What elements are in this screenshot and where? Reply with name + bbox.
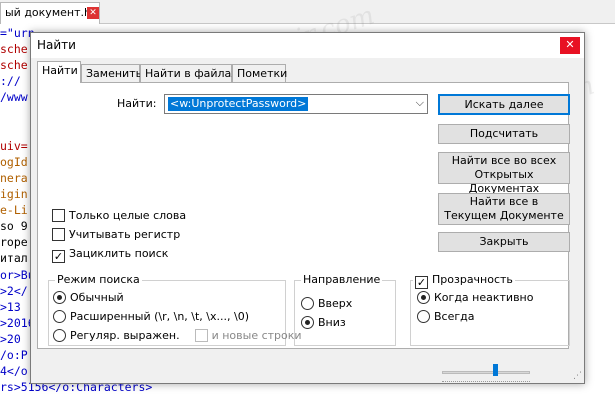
chevron-down-icon[interactable]: ⌵ — [416, 96, 424, 110]
wrap-around-option[interactable]: ✓ Зациклить поиск — [52, 247, 168, 263]
find-all-current-doc-label-1: Найти все в — [469, 195, 539, 208]
wrap-around-label: Зациклить поиск — [69, 247, 169, 260]
transparency-slider-thumb[interactable] — [492, 364, 498, 376]
down-radio[interactable] — [301, 316, 314, 329]
match-case-checkbox[interactable] — [52, 228, 65, 241]
always-label: Всегда — [434, 310, 475, 323]
code-line: /www — [0, 90, 28, 105]
extended-radio[interactable] — [53, 310, 66, 323]
down-label: Вниз — [318, 316, 346, 329]
on-inactive-label: Когда неактивно — [434, 291, 534, 304]
find-all-current-doc-button[interactable]: Найти все в Текущем Документе — [438, 193, 570, 225]
code-line: >2</ — [0, 283, 28, 298]
newline-checkbox — [194, 329, 208, 342]
up-radio[interactable] — [301, 297, 314, 310]
code-line: nera — [0, 170, 28, 185]
extended-label: Расширенный (\r, \n, \t, \x..., \0) — [70, 310, 249, 323]
match-case-label: Учитывать регистр — [69, 228, 181, 241]
tab-find-in-files[interactable]: Найти в файлах — [140, 64, 238, 82]
code-line: uiv= — [0, 138, 28, 153]
search-mode-regex[interactable]: Регуляр. выражен. и новые строки — [53, 329, 302, 342]
newline-label: и новые строки — [211, 329, 302, 342]
search-mode-group: Режим поиска Обычный Расширенный (\r, \n… — [48, 273, 302, 346]
dialog-title: Найти — [37, 38, 76, 52]
regex-label: Регуляр. выражен. — [70, 329, 180, 342]
find-dialog: Найти ✕ Найти Заменить Найти в файлах По… — [30, 32, 585, 384]
find-panel: Найти: <w:UnprotectPassword> ⌵ Искать да… — [37, 82, 570, 382]
code-line: e-Li — [0, 203, 28, 218]
tab-replace[interactable]: Заменить — [81, 64, 142, 82]
code-line: итал — [0, 251, 28, 266]
find-all-open-docs-label-1: Найти все во всех — [451, 154, 557, 167]
find-all-current-doc-label-2: Текущем Документе — [444, 209, 564, 222]
transparency-slider[interactable] — [442, 371, 530, 374]
transparency-checkbox[interactable]: ✓ — [415, 276, 428, 289]
dialog-close-button[interactable]: ✕ — [560, 37, 580, 54]
find-all-open-docs-button[interactable]: Найти все во всех Открытых Документах — [438, 152, 570, 195]
match-case-option[interactable]: Учитывать регистр — [52, 228, 180, 241]
normal-radio[interactable] — [53, 291, 66, 304]
code-line: >20 — [0, 331, 21, 346]
code-line: :// — [0, 74, 21, 89]
search-mode-normal[interactable]: Обычный — [53, 291, 124, 304]
on-inactive-radio[interactable] — [417, 291, 430, 304]
code-line: sche — [0, 42, 28, 57]
regex-radio[interactable] — [53, 329, 66, 342]
search-mode-extended[interactable]: Расширенный (\r, \n, \t, \x..., \0) — [53, 310, 249, 323]
direction-group: Направление Вверх Вниз — [294, 273, 396, 346]
find-all-open-docs-label-2: Открытых Документах — [468, 168, 540, 195]
transparency-legend[interactable]: ✓ Прозрачность — [413, 273, 515, 289]
code-line: rope — [0, 235, 28, 250]
tab-mark[interactable]: Пометки — [232, 64, 287, 82]
transparency-on-inactive[interactable]: Когда неактивно — [417, 291, 533, 304]
transparency-label: Прозрачность — [432, 273, 513, 286]
wrap-around-checkbox[interactable]: ✓ — [52, 250, 65, 263]
close-button[interactable]: Закрыть — [438, 232, 570, 252]
find-next-button[interactable]: Искать далее — [438, 94, 570, 115]
transparency-slider-ticks — [442, 379, 530, 382]
normal-label: Обычный — [70, 291, 124, 304]
editor-tab[interactable]: ый документ.htm ✕ — [0, 2, 100, 24]
find-label: Найти: — [117, 97, 157, 110]
direction-down[interactable]: Вниз — [301, 316, 346, 329]
code-line: /o:P — [0, 348, 28, 362]
tab-find[interactable]: Найти — [37, 61, 81, 83]
editor-tab-title: ый документ.htm — [5, 6, 100, 19]
always-radio[interactable] — [417, 310, 430, 323]
code-line: sche — [0, 58, 28, 73]
code-line: so 9 — [0, 219, 28, 234]
code-line: ogId — [0, 154, 28, 169]
dialog-title-bar[interactable]: Найти ✕ — [31, 33, 584, 58]
transparency-group: ✓ Прозрачность Когда неактивно Всегда — [410, 273, 570, 346]
up-label: Вверх — [318, 297, 353, 310]
code-line: igin — [0, 187, 28, 201]
direction-up[interactable]: Вверх — [301, 297, 352, 310]
direction-legend: Направление — [301, 273, 383, 286]
close-tab-icon[interactable]: ✕ — [87, 7, 99, 19]
whole-word-checkbox[interactable] — [52, 209, 65, 222]
resize-grip-icon[interactable]: ⋰ — [573, 371, 582, 381]
find-input-value: <w:UnprotectPassword> — [168, 97, 309, 111]
search-mode-legend: Режим поиска — [55, 273, 142, 286]
find-input[interactable]: <w:UnprotectPassword> ⌵ — [164, 94, 428, 114]
code-line: >13 — [0, 299, 21, 314]
editor-tab-bar: ый документ.htm ✕ — [0, 0, 615, 24]
whole-word-option[interactable]: Только целые слова — [52, 209, 186, 222]
transparency-always[interactable]: Всегда — [417, 310, 475, 323]
count-button[interactable]: Подсчитать — [438, 124, 570, 144]
whole-word-label: Только целые слова — [69, 209, 187, 222]
